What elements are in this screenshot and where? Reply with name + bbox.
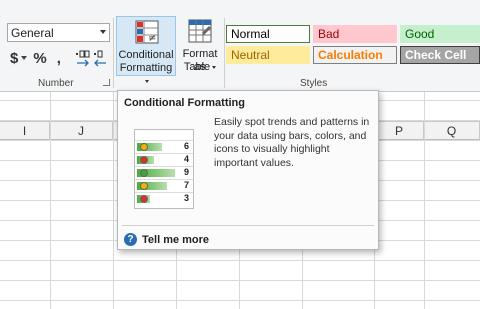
currency-format-button[interactable]: $ (10, 50, 18, 67)
chevron-down-icon (100, 30, 106, 34)
number-format-dropdown[interactable]: General (7, 23, 110, 42)
neutral-icon (140, 182, 148, 190)
tooltip-description: Easily spot trends and patterns in your … (214, 116, 370, 169)
chevron-down-icon (145, 79, 149, 83)
format-table-icon (188, 19, 212, 43)
group-separator (113, 18, 114, 88)
format-as-table-label-row: Table (178, 61, 222, 74)
chevron-down-icon[interactable] (21, 56, 28, 60)
style-check-cell-label: Check Cell (405, 48, 467, 62)
tell-me-more-label: Tell me more (142, 233, 210, 246)
number-format-buttons: $ % , (10, 47, 61, 69)
column-header-label: Q (446, 124, 457, 138)
style-normal[interactable]: Normal (226, 25, 310, 43)
sample-value: 4 (183, 154, 189, 164)
conditional-formatting-label-2: Formatting (119, 62, 173, 74)
number-group-label: Number (38, 78, 74, 89)
conditional-formatting-tooltip: Conditional Formatting 6 4 9 7 3 Easily spot… (117, 90, 379, 250)
style-calculation-label: Calculation (318, 48, 383, 62)
number-dialog-launcher-icon[interactable] (103, 79, 110, 86)
style-neutral-label: Neutral (231, 48, 270, 62)
style-calculation[interactable]: Calculation (313, 46, 397, 64)
neutral-icon (140, 143, 148, 151)
conditional-formatting-label-row: Formatting (117, 62, 175, 88)
sample-row: 3 (135, 192, 193, 204)
grid-column-line (424, 92, 425, 309)
grid-column-line (50, 92, 51, 309)
format-as-table-button[interactable]: Format as Table (178, 16, 222, 76)
sample-value: 7 (183, 180, 189, 190)
tooltip-divider (122, 225, 374, 226)
number-format-value: General (11, 26, 54, 40)
sample-value: 9 (183, 167, 189, 177)
chevron-down-icon (212, 65, 217, 69)
column-header-label: P (394, 124, 403, 138)
column-header-p[interactable]: P (374, 122, 424, 140)
tell-me-more-link[interactable]: ? Tell me more (124, 233, 209, 246)
group-separator (224, 18, 225, 88)
svg-text:≠: ≠ (148, 33, 156, 44)
style-bad[interactable]: Bad (313, 25, 397, 43)
column-header-j[interactable]: J (50, 122, 113, 140)
positive-icon (140, 169, 148, 177)
style-neutral[interactable]: Neutral (226, 46, 310, 64)
conditional-formatting-label-1: Conditional (118, 49, 174, 61)
style-check-cell[interactable]: Check Cell (400, 46, 480, 64)
sample-row: 6 (135, 140, 193, 152)
sample-row: 4 (135, 153, 193, 165)
style-bad-label: Bad (318, 27, 340, 41)
help-icon: ? (124, 233, 137, 246)
negative-icon (140, 195, 148, 203)
grid-column-line (113, 92, 114, 309)
column-header-i[interactable]: I (0, 122, 50, 140)
decrease-decimal-icon[interactable] (92, 47, 110, 69)
sample-value: 3 (183, 193, 189, 203)
column-header-label: I (22, 124, 27, 138)
negative-icon (140, 156, 148, 164)
style-good[interactable]: Good (400, 25, 480, 43)
styles-group-label: Styles (300, 78, 328, 89)
column-header-q[interactable]: Q (424, 122, 480, 140)
conditional-formatting-icon: ≠ (135, 20, 159, 44)
sample-row: 9 (135, 166, 193, 178)
percent-format-button[interactable]: % (33, 50, 46, 67)
column-header-label: J (78, 124, 84, 138)
sample-row: 7 (135, 179, 193, 191)
comma-style-button[interactable]: , (57, 50, 61, 67)
sample-value: 6 (183, 141, 189, 151)
style-normal-label: Normal (231, 27, 270, 41)
style-good-label: Good (405, 27, 435, 41)
tooltip-illustration: 6 4 9 7 3 (134, 129, 194, 209)
tooltip-title: Conditional Formatting (124, 97, 245, 109)
ribbon: General $ % , Number ≠ Conditional Forma… (0, 0, 480, 92)
increase-decimal-icon[interactable] (74, 47, 92, 69)
format-as-table-label-2: Table (183, 61, 211, 73)
conditional-formatting-button[interactable]: ≠ Conditional Formatting (116, 16, 176, 83)
